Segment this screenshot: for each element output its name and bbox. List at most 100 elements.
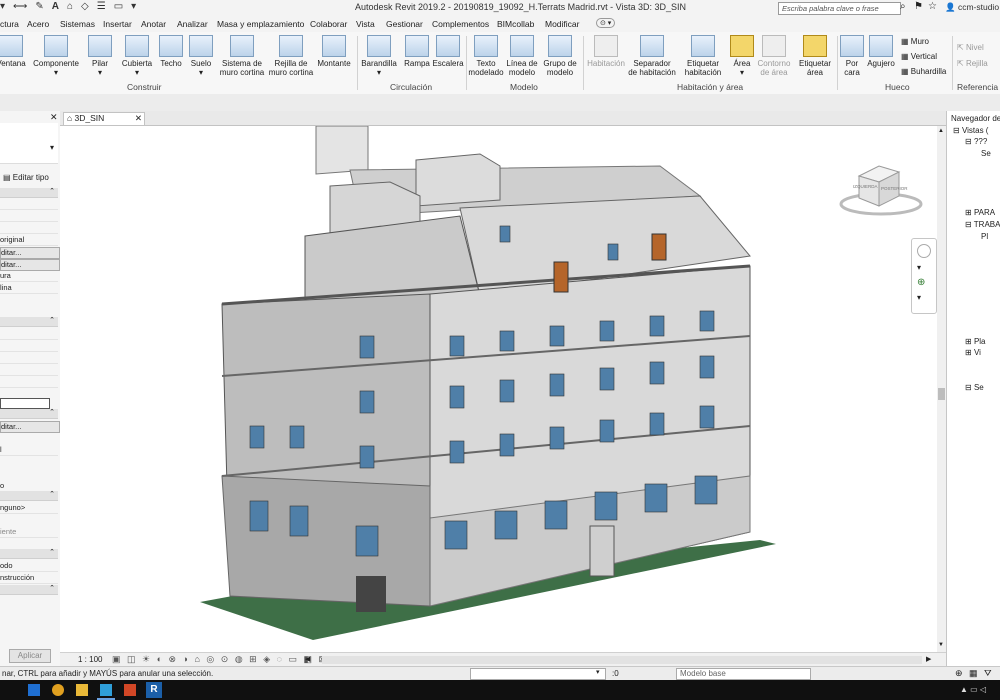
system-tray-icons[interactable]: ▲ ▭ ◁ xyxy=(960,685,986,694)
tab-colaborar[interactable]: Colaborar xyxy=(310,19,347,29)
tab-masa[interactable]: Masa y emplazamiento xyxy=(217,19,304,29)
curtain-grid-button[interactable]: Rejilla de muro cortina xyxy=(266,32,316,77)
viewcube[interactable]: IZQUIERDA POSTERIOR xyxy=(835,162,927,222)
scale-selector[interactable]: 1 : 100 xyxy=(78,655,102,664)
expand-icon[interactable]: ⊞ xyxy=(965,337,974,346)
tab-3d-sin[interactable]: ⌂ 3D_SIN ✕ xyxy=(63,112,145,125)
stair-button[interactable]: Escalera xyxy=(432,32,464,68)
thin-lines-icon[interactable]: ☰ xyxy=(97,1,106,15)
properties-group-header[interactable]: ⌃ xyxy=(0,188,58,198)
chevron-down-icon[interactable]: ▾ xyxy=(50,143,54,152)
expand-icon[interactable]: ⊞ xyxy=(965,208,974,217)
chevron-icon[interactable]: ▾ xyxy=(0,1,5,15)
curtain-system-button[interactable]: Sistema de muro cortina xyxy=(217,32,267,77)
collapse-icon[interactable]: ⊟ xyxy=(965,137,974,146)
level-button[interactable]: ⇱ Nivel xyxy=(957,43,984,52)
ceiling-button[interactable]: Techo xyxy=(157,32,185,68)
workset-dropdown[interactable] xyxy=(470,668,606,680)
design-option-dropdown[interactable]: Modelo base xyxy=(676,668,811,680)
text-icon[interactable]: A xyxy=(52,1,59,15)
tab-arquitectura[interactable]: ctura xyxy=(0,19,19,29)
browser-node[interactable]: ⊟ Se xyxy=(965,383,984,392)
browser-node[interactable]: ⊞ Pla xyxy=(965,337,986,346)
outlook-icon[interactable] xyxy=(28,684,40,696)
property-input[interactable] xyxy=(0,398,50,409)
chevron-down-icon[interactable]: ▾ xyxy=(596,668,600,676)
property-value[interactable]: nguno> xyxy=(0,503,58,514)
vertical-opening-button[interactable]: ▦ Vertical xyxy=(901,52,937,61)
browser-node[interactable]: ⊟ ??? xyxy=(965,137,987,146)
column-button[interactable]: Pilar ▾ xyxy=(87,32,113,77)
vertical-scrollbar[interactable]: ▲ ▼ xyxy=(937,126,946,652)
switch-windows-icon[interactable]: ▭ xyxy=(114,1,123,15)
browser-node[interactable]: ⊞ Vi xyxy=(965,348,981,357)
measure-icon[interactable]: ⟷ xyxy=(13,1,27,15)
dormer-opening-button[interactable]: ▦ Buhardilla xyxy=(901,67,946,76)
model-text-button[interactable]: Texto modelado xyxy=(467,32,505,77)
tab-insertar[interactable]: Insertar xyxy=(103,19,132,29)
model-group-button[interactable]: Grupo de modelo xyxy=(540,32,580,77)
tab-sistemas[interactable]: Sistemas xyxy=(60,19,95,29)
room-button[interactable]: Habitación xyxy=(584,32,628,68)
tab-vista[interactable]: Vista xyxy=(356,19,375,29)
chevron-down-icon[interactable]: ▾ xyxy=(917,293,921,302)
tag-area-button[interactable]: Etiquetar área xyxy=(796,32,834,77)
binoculars-icon[interactable]: ⌕ xyxy=(900,1,906,12)
by-face-button[interactable]: Por cara xyxy=(838,32,866,77)
file-explorer-icon[interactable] xyxy=(76,684,88,696)
tab-modificar[interactable]: Modificar xyxy=(545,19,579,29)
properties-group-header[interactable]: ⌃ xyxy=(0,549,58,559)
properties-group-header[interactable]: ⌃ xyxy=(0,409,58,419)
collapse-icon[interactable]: ⊟ xyxy=(965,220,974,229)
edit-button[interactable]: ditar... xyxy=(0,247,60,259)
tab-analizar[interactable]: Analizar xyxy=(177,19,208,29)
shaft-button[interactable]: Agujero xyxy=(864,32,898,68)
close-tab-icon[interactable]: ✕ xyxy=(135,113,142,124)
scroll-up-icon[interactable]: ▲ xyxy=(938,128,944,134)
expand-icon[interactable]: ⊞ xyxy=(965,348,974,357)
app-icon[interactable] xyxy=(100,684,112,696)
browser-node[interactable]: ⊞ PARA xyxy=(965,208,995,217)
scroll-down-icon[interactable]: ▼ xyxy=(938,642,944,648)
section-icon[interactable]: ◇ xyxy=(81,1,89,15)
user-account[interactable]: 👤 ccm-studio xyxy=(945,2,999,13)
railing-button[interactable]: Barandilla ▾ xyxy=(360,32,398,77)
mullion-button[interactable]: Montante xyxy=(315,32,353,68)
browser-node-vistas[interactable]: ⊟ Vistas ( xyxy=(953,126,988,135)
horizontal-scrollbar[interactable] xyxy=(322,656,922,664)
grid-button[interactable]: ⇱ Rejilla xyxy=(957,59,988,68)
close-icon[interactable]: ✕ xyxy=(50,112,58,123)
edit-button[interactable]: ditar... xyxy=(0,259,60,271)
tab-bimcollab[interactable]: BIMcollab xyxy=(497,19,534,29)
area-button[interactable]: Área ▾ xyxy=(728,32,756,77)
subscription-icon[interactable]: ⚑ xyxy=(914,1,923,12)
floor-button[interactable]: Suelo ▾ xyxy=(187,32,215,77)
tab-complementos[interactable]: Complementos xyxy=(432,19,489,29)
tab-gestionar[interactable]: Gestionar xyxy=(386,19,423,29)
scroll-thumb[interactable] xyxy=(938,388,945,400)
browser-node[interactable]: ⊟ TRABA xyxy=(965,220,1000,229)
chrome-icon[interactable] xyxy=(52,684,64,696)
tag-icon[interactable]: ✎ xyxy=(35,1,43,15)
steering-wheel-icon[interactable] xyxy=(917,244,931,258)
tag-room-button[interactable]: Etiquetar habitación xyxy=(680,32,726,77)
zoom-icon[interactable]: ⊕ xyxy=(917,277,925,288)
model-line-button[interactable]: Línea de modelo xyxy=(503,32,541,77)
properties-group-header[interactable]: ⌃ xyxy=(0,585,58,595)
drawing-area[interactable]: IZQUIERDA POSTERIOR xyxy=(60,125,937,652)
chevron-down-icon[interactable]: ▾ xyxy=(917,263,921,272)
tab-acero[interactable]: Acero xyxy=(27,19,49,29)
revit-icon[interactable]: R xyxy=(146,682,162,698)
properties-group-header[interactable]: ⌃ xyxy=(0,317,58,327)
area-boundary-button[interactable]: Contorno de área xyxy=(755,32,793,77)
collapse-icon[interactable]: ⊟ xyxy=(953,126,962,135)
qat-dropdown-icon[interactable]: ▾ xyxy=(131,1,136,15)
apply-button[interactable]: Aplicar xyxy=(9,649,51,663)
edit-button[interactable]: ditar... xyxy=(0,421,60,433)
browser-node[interactable]: Se xyxy=(981,149,991,158)
search-input[interactable]: Escriba palabra clave o frase xyxy=(778,2,901,15)
edit-type-button[interactable]: ▤ Editar tipo xyxy=(3,173,49,182)
favorites-icon[interactable]: ☆ xyxy=(928,1,937,12)
scroll-right-icon[interactable]: ▶ xyxy=(926,655,931,663)
window-button[interactable]: Ventana xyxy=(0,32,28,68)
